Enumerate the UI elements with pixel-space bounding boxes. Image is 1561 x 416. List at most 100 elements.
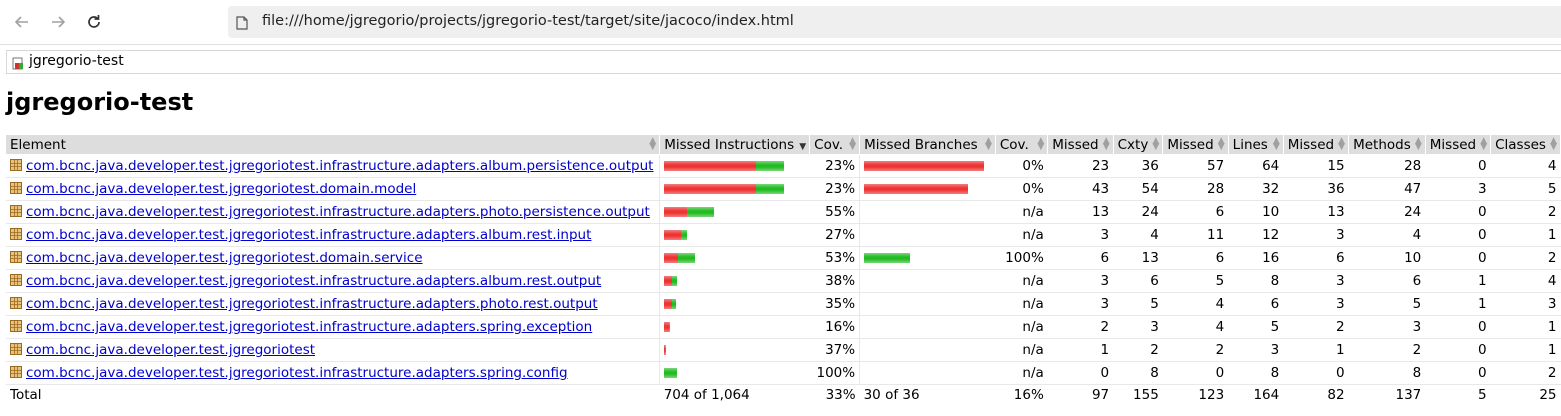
branch-bar — [859, 223, 996, 247]
complexity: 36 — [1113, 154, 1163, 178]
header-instruction-coverage[interactable]: Cov. ▲ ▼ — [809, 135, 861, 155]
element-cell: com.bcnc.java.developer.test.jgregoriote… — [6, 177, 660, 201]
covered-bar — [665, 345, 667, 355]
package-link[interactable]: com.bcnc.java.developer.test.jgregoriote… — [26, 181, 416, 197]
branch-bar — [859, 361, 996, 385]
sort-icon: ▲ ▼ — [1414, 136, 1422, 152]
header-missed-classes[interactable]: Missed ▲ ▼ — [1425, 135, 1492, 155]
covered-bar — [756, 161, 785, 171]
branch-bar — [859, 338, 996, 362]
element-cell: com.bcnc.java.developer.test.jgregoriote… — [6, 246, 660, 270]
header-missed-methods[interactable]: Missed ▲ ▼ — [1283, 135, 1350, 155]
instruction-bar — [659, 246, 810, 270]
instruction-bar — [659, 177, 810, 201]
methods: 6 — [1348, 269, 1426, 293]
instruction-coverage: 100% — [809, 361, 860, 385]
table-row: com.bcnc.java.developer.test.jgregoriote… — [6, 246, 1561, 270]
package-link[interactable]: com.bcnc.java.developer.test.jgregoriote… — [26, 250, 423, 266]
missed-lines: 6 — [1162, 200, 1229, 224]
covered-bar — [672, 276, 678, 286]
reload-icon[interactable] — [82, 10, 106, 34]
missed-methods: 3 — [1283, 269, 1349, 293]
methods: 5 — [1348, 292, 1426, 316]
complexity: 8 — [1113, 361, 1163, 385]
covered-bar — [687, 207, 715, 217]
missed-methods: 2 — [1283, 315, 1349, 339]
missed-classes: 0 — [1425, 338, 1491, 362]
header-missed-complexity[interactable]: Missed ▲ ▼ — [1047, 135, 1114, 155]
instruction-bar — [659, 361, 810, 385]
header-branch-coverage[interactable]: Cov. ▲ ▼ — [995, 135, 1049, 155]
instruction-bar — [659, 154, 810, 178]
instruction-bar — [659, 338, 810, 362]
missed-complexity: 3 — [1047, 292, 1114, 316]
total-lines: 164 — [1228, 384, 1284, 405]
missed-bar — [864, 161, 985, 171]
missed-complexity: 0 — [1047, 361, 1114, 385]
classes: 2 — [1490, 246, 1561, 270]
total-complexity: 155 — [1113, 384, 1163, 405]
package-link[interactable]: com.bcnc.java.developer.test.jgregoriote… — [26, 227, 591, 243]
methods: 3 — [1348, 315, 1426, 339]
package-icon — [10, 159, 22, 171]
missed-methods: 0 — [1283, 361, 1349, 385]
back-icon[interactable] — [10, 10, 34, 34]
complexity: 5 — [1113, 292, 1163, 316]
forward-icon[interactable] — [46, 10, 70, 34]
header-element[interactable]: Element ▲ ▼ — [6, 135, 661, 155]
instruction-coverage: 27% — [809, 223, 860, 247]
header-lines[interactable]: Lines ▲ ▼ — [1228, 135, 1284, 155]
header-missed-branches[interactable]: Missed Branches ▲ ▼ — [859, 135, 996, 155]
branch-bar — [859, 269, 996, 293]
missed-bar — [664, 253, 679, 263]
complexity: 54 — [1113, 177, 1163, 201]
package-link[interactable]: com.bcnc.java.developer.test.jgregoriote… — [26, 342, 315, 358]
package-link[interactable]: com.bcnc.java.developer.test.jgregoriote… — [26, 365, 568, 381]
missed-methods: 36 — [1283, 177, 1349, 201]
instruction-coverage: 55% — [809, 200, 860, 224]
package-icon — [10, 251, 22, 263]
branch-bar — [859, 246, 996, 270]
missed-methods: 3 — [1283, 292, 1349, 316]
package-link[interactable]: com.bcnc.java.developer.test.jgregoriote… — [26, 319, 592, 335]
package-link[interactable]: com.bcnc.java.developer.test.jgregoriote… — [26, 158, 653, 174]
package-link[interactable]: com.bcnc.java.developer.test.jgregoriote… — [26, 273, 601, 289]
covered-bar — [681, 230, 688, 240]
covered-bar — [672, 299, 677, 309]
complexity: 4 — [1113, 223, 1163, 247]
branch-coverage: n/a — [995, 315, 1048, 339]
classes: 4 — [1490, 154, 1561, 178]
total-instruction-coverage: 33% — [809, 384, 860, 405]
report-icon — [12, 55, 25, 70]
missed-complexity: 2 — [1047, 315, 1114, 339]
branch-coverage: n/a — [995, 223, 1048, 247]
table-row: com.bcnc.java.developer.test.jgregoriote… — [6, 292, 1561, 316]
package-icon — [10, 205, 22, 217]
missed-methods: 13 — [1283, 200, 1349, 224]
element-cell: com.bcnc.java.developer.test.jgregoriote… — [6, 315, 660, 339]
package-link[interactable]: com.bcnc.java.developer.test.jgregoriote… — [26, 204, 650, 220]
lines: 32 — [1228, 177, 1284, 201]
package-link[interactable]: com.bcnc.java.developer.test.jgregoriote… — [26, 296, 598, 312]
missed-classes: 0 — [1425, 154, 1491, 178]
header-classes[interactable]: Classes ▲ ▼ — [1490, 135, 1561, 155]
methods: 8 — [1348, 361, 1426, 385]
element-cell: com.bcnc.java.developer.test.jgregoriote… — [6, 361, 660, 385]
branch-coverage: n/a — [995, 200, 1048, 224]
url-bar[interactable]: file:///home/jgregorio/projects/jgregori… — [228, 6, 1561, 38]
url-text: file:///home/jgregorio/projects/jgregori… — [262, 13, 794, 29]
branch-coverage: n/a — [995, 292, 1048, 316]
header-complexity[interactable]: Cxty ▲ ▼ — [1113, 135, 1164, 155]
browser-toolbar: file:///home/jgregorio/projects/jgregori… — [0, 0, 1561, 45]
methods: 24 — [1348, 200, 1426, 224]
breadcrumb-item[interactable]: jgregorio-test — [29, 53, 124, 69]
branch-coverage: 100% — [995, 246, 1048, 270]
header-missed-lines[interactable]: Missed ▲ ▼ — [1162, 135, 1229, 155]
page-icon — [236, 15, 248, 30]
classes: 1 — [1490, 338, 1561, 362]
missed-bar — [664, 207, 688, 217]
header-missed-instructions[interactable]: Missed Instructions ▼ — [659, 135, 811, 155]
total-missed-classes: 5 — [1425, 384, 1491, 405]
missed-lines: 2 — [1162, 338, 1229, 362]
header-methods[interactable]: Methods ▲ ▼ — [1348, 135, 1426, 155]
